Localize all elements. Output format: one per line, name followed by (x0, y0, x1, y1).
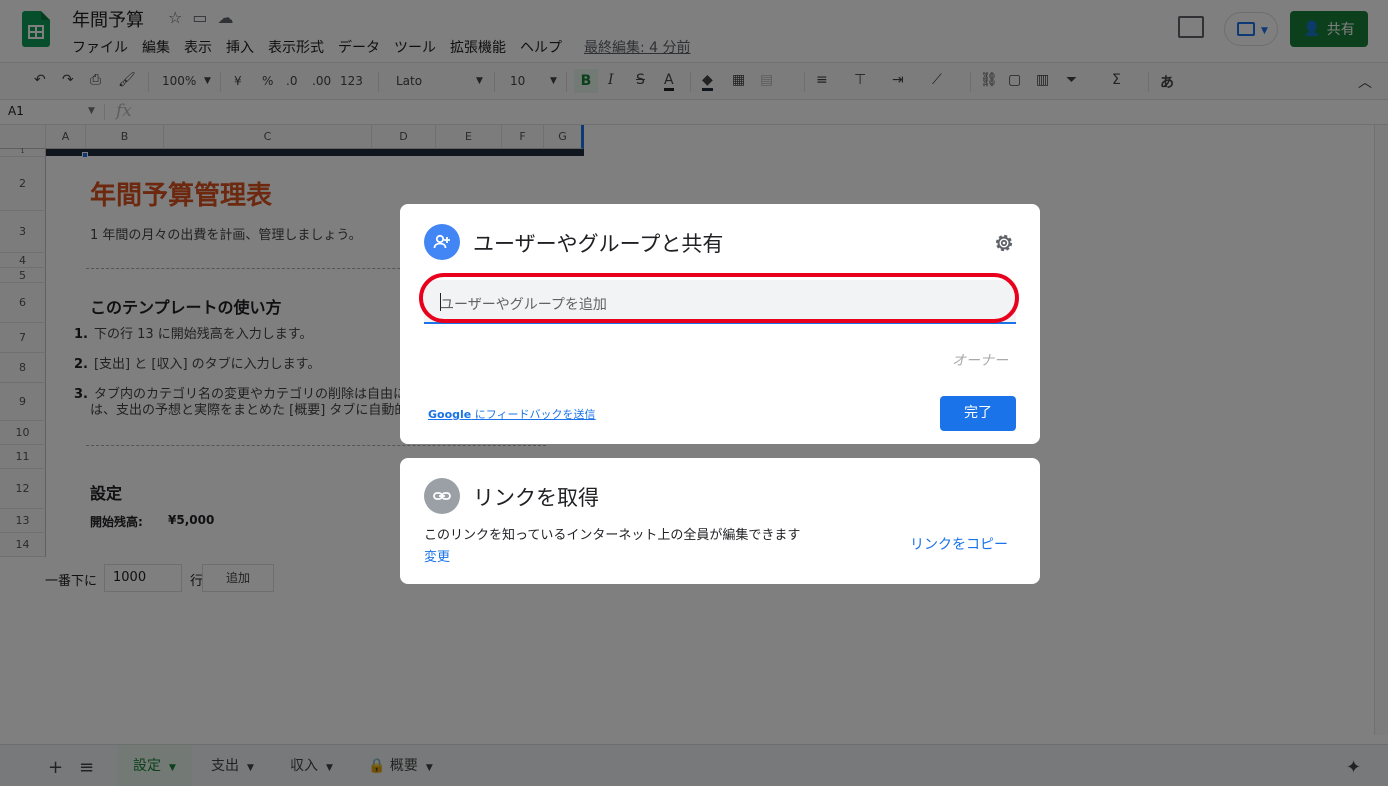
share-dialog-title: ユーザーやグループと共有 (473, 232, 724, 256)
gear-icon[interactable] (992, 231, 1016, 255)
share-dialog: ユーザーやグループと共有 ユーザーやグループを追加 オーナー Google にフ… (400, 204, 1040, 444)
get-link-title: リンクを取得 (473, 486, 599, 510)
owner-label: オーナー (952, 353, 1008, 369)
copy-link-button[interactable]: リンクをコピー (910, 534, 1008, 554)
person-add-icon (424, 224, 460, 260)
link-access-description: このリンクを知っているインターネット上の全員が編集できます (424, 528, 801, 543)
done-button[interactable]: 完了 (940, 396, 1016, 431)
link-icon (424, 478, 460, 514)
get-link-dialog: リンクを取得 このリンクを知っているインターネット上の全員が編集できます 変更 … (400, 458, 1040, 584)
highlight-annotation (419, 273, 1019, 323)
change-access-link[interactable]: 変更 (424, 546, 450, 565)
feedback-link[interactable]: Google にフィードバックを送信 (428, 406, 596, 422)
